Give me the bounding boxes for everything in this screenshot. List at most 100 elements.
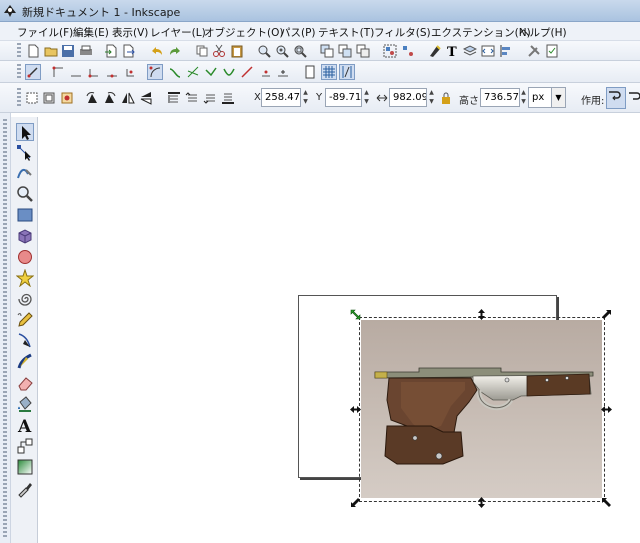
menu-layer[interactable]: レイヤー(L) xyxy=(150,25,206,40)
select-all-layers-icon[interactable] xyxy=(42,91,56,105)
redo-icon[interactable] xyxy=(168,44,182,58)
zoom-page-icon[interactable] xyxy=(293,44,307,58)
3d-box-tool-icon[interactable] xyxy=(16,227,34,245)
snap-bbox-icon[interactable] xyxy=(51,65,65,79)
menu-object[interactable]: オブジェクト(O) xyxy=(204,25,283,40)
undo-icon[interactable] xyxy=(150,44,164,58)
lower-to-bottom-icon[interactable] xyxy=(221,91,235,105)
gradient-tool-icon[interactable] xyxy=(16,458,34,476)
deselect-icon[interactable] xyxy=(60,91,74,105)
lower-icon[interactable] xyxy=(203,91,217,105)
flip-vertical-icon[interactable] xyxy=(139,91,153,105)
snap-page-border-icon[interactable] xyxy=(303,65,317,79)
calligraphy-tool-icon[interactable] xyxy=(16,353,34,371)
unit-select[interactable]: px xyxy=(528,87,552,108)
menu-edit[interactable]: 編集(E) xyxy=(73,25,109,40)
node-tool-icon[interactable] xyxy=(16,144,34,162)
document-properties-icon[interactable] xyxy=(545,44,559,58)
spiral-tool-icon[interactable] xyxy=(16,290,34,308)
flip-horizontal-icon[interactable] xyxy=(121,91,135,105)
zoom-tool-icon[interactable] xyxy=(16,185,34,203)
export-icon[interactable] xyxy=(121,44,135,58)
menu-filters[interactable]: フィルタ(S) xyxy=(374,25,431,40)
x-spinner[interactable]: ▲ ▼ xyxy=(302,88,309,107)
scale-handle-left-icon[interactable] xyxy=(350,404,361,415)
zoom-drawing-icon[interactable] xyxy=(275,44,289,58)
pencil-tool-icon[interactable] xyxy=(16,311,34,329)
menu-file[interactable]: ファイル(F) xyxy=(17,25,73,40)
snap-rotation-center-icon[interactable] xyxy=(276,65,290,79)
y-field[interactable]: -89.714 xyxy=(325,88,362,107)
star-tool-icon[interactable] xyxy=(16,269,34,287)
import-icon[interactable] xyxy=(104,44,118,58)
eraser-tool-icon[interactable] xyxy=(16,374,34,392)
toolbar-grip[interactable] xyxy=(17,43,21,59)
group-icon[interactable] xyxy=(383,44,397,58)
paint-bucket-tool-icon[interactable] xyxy=(16,395,34,413)
tweak-tool-icon[interactable] xyxy=(16,164,34,182)
preferences-icon[interactable] xyxy=(527,44,541,58)
snap-guides-icon[interactable] xyxy=(339,64,355,80)
snap-bbox-centers-icon[interactable] xyxy=(123,65,137,79)
fill-stroke-icon[interactable] xyxy=(428,44,442,58)
xml-editor-icon[interactable] xyxy=(481,44,495,58)
toolbox-grip[interactable] xyxy=(3,119,7,539)
clone-icon[interactable] xyxy=(338,44,352,58)
snap-bbox-edges-icon[interactable] xyxy=(69,65,83,79)
paste-icon[interactable] xyxy=(230,44,244,58)
dropper-tool-icon[interactable] xyxy=(16,480,34,498)
snap-smooth-nodes-icon[interactable] xyxy=(222,65,236,79)
new-document-icon[interactable] xyxy=(26,44,40,58)
snap-object-midpoints-icon[interactable] xyxy=(258,65,272,79)
scale-handle-bottom-left-icon[interactable] xyxy=(350,497,361,508)
width-spinner[interactable]: ▲ ▼ xyxy=(428,88,435,107)
zoom-selection-icon[interactable] xyxy=(257,44,271,58)
toolbar-grip[interactable] xyxy=(17,88,21,108)
ungroup-icon[interactable] xyxy=(401,44,415,58)
scale-handle-right-icon[interactable] xyxy=(601,404,612,415)
print-icon[interactable] xyxy=(79,44,93,58)
align-distribute-icon[interactable] xyxy=(499,44,513,58)
unit-dropdown-chevron-icon[interactable]: ▼ xyxy=(551,87,566,108)
lock-ratio-icon[interactable] xyxy=(439,91,453,105)
snap-line-midpoints-icon[interactable] xyxy=(240,65,254,79)
selector-tool-icon[interactable] xyxy=(16,123,34,141)
height-spinner[interactable]: ▲ ▼ xyxy=(520,88,527,107)
toolbar-grip[interactable] xyxy=(17,64,21,80)
scale-handle-bottom-right-icon[interactable] xyxy=(601,497,612,508)
snap-bbox-corners-icon[interactable] xyxy=(87,65,101,79)
duplicate-icon[interactable] xyxy=(320,44,334,58)
cut-icon[interactable] xyxy=(212,44,226,58)
snap-grid-icon[interactable] xyxy=(321,64,337,80)
save-icon[interactable] xyxy=(61,44,75,58)
ellipse-tool-icon[interactable] xyxy=(16,248,34,266)
menu-path[interactable]: パス(P) xyxy=(280,25,316,40)
open-folder-icon[interactable] xyxy=(44,44,58,58)
rotate-handle-top-left-icon[interactable] xyxy=(350,309,361,320)
select-all-icon[interactable] xyxy=(25,91,39,105)
menu-extensions[interactable]: エクステンション(N) xyxy=(431,25,531,40)
height-field[interactable]: 736.571 xyxy=(480,88,520,107)
snap-paths-icon[interactable] xyxy=(168,65,182,79)
scale-handle-top-icon[interactable] xyxy=(476,309,487,320)
width-field[interactable]: 982.095 xyxy=(389,88,427,107)
snap-intersections-icon[interactable] xyxy=(186,65,200,79)
rectangle-tool-icon[interactable] xyxy=(16,206,34,224)
snap-nodes-icon[interactable] xyxy=(147,64,163,80)
x-field[interactable]: 258.476 xyxy=(261,88,301,107)
affect-stroke-width-icon[interactable] xyxy=(606,87,626,109)
affect-corners-icon[interactable] xyxy=(627,89,640,107)
raise-to-top-icon[interactable] xyxy=(167,91,181,105)
scale-handle-bottom-icon[interactable] xyxy=(476,497,487,508)
rotate-ccw-icon[interactable] xyxy=(85,91,99,105)
connector-tool-icon[interactable] xyxy=(16,437,34,455)
snap-bbox-midpoints-icon[interactable] xyxy=(105,65,119,79)
text-tool-icon[interactable]: A xyxy=(16,416,34,434)
snap-toggle-icon[interactable] xyxy=(25,64,41,80)
layers-icon[interactable] xyxy=(463,44,477,58)
copy-icon[interactable] xyxy=(195,44,209,58)
unlink-clone-icon[interactable] xyxy=(356,44,370,58)
raise-icon[interactable] xyxy=(185,91,199,105)
menu-help[interactable]: ヘルプ(H) xyxy=(519,25,567,40)
y-spinner[interactable]: ▲ ▼ xyxy=(363,88,370,107)
